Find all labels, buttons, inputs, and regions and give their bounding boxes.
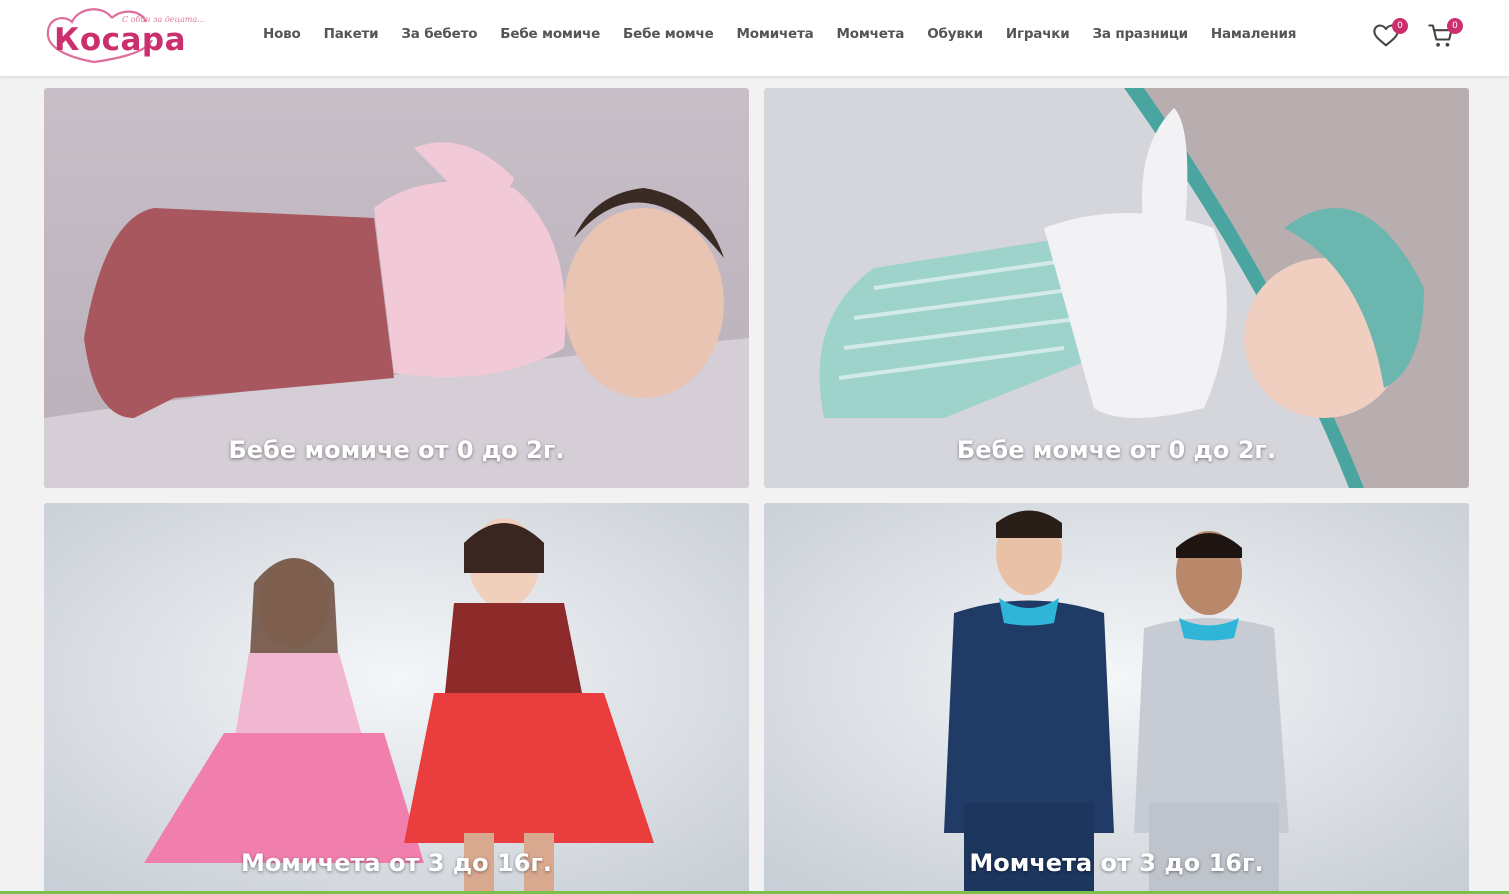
boys-photo: [764, 503, 1469, 894]
wishlist-button[interactable]: 0: [1372, 18, 1408, 52]
nav-item-for-baby[interactable]: За бебето: [401, 26, 477, 42]
baby-girl-photo: [44, 88, 749, 488]
card-caption: Бебе момиче от 0 до 2г.: [228, 436, 565, 464]
girls-photo: [44, 503, 749, 894]
nav-item-girls[interactable]: Момичета: [737, 26, 814, 42]
nav-item-baby-boy[interactable]: Бебе момче: [623, 26, 714, 42]
nav-item-new[interactable]: Ново: [263, 26, 301, 42]
site-header: С обич за децата... Косара Ново Пакети З…: [0, 0, 1509, 76]
baby-boy-photo: [764, 88, 1469, 488]
card-caption: Бебе момче от 0 до 2г.: [956, 436, 1277, 464]
logo-wordmark: Косара: [54, 22, 187, 58]
nav-item-shoes[interactable]: Обувки: [927, 26, 983, 42]
nav-item-sale[interactable]: Намаления: [1211, 26, 1296, 42]
nav-item-boys[interactable]: Момчета: [837, 26, 905, 42]
category-card-baby-girl[interactable]: Бебе момиче от 0 до 2г.: [44, 88, 749, 488]
card-caption: Момичета от 3 до 16г.: [240, 849, 553, 877]
card-caption: Момчета от 3 до 16г.: [969, 849, 1264, 877]
cart-count-badge: 0: [1447, 18, 1463, 34]
main-nav: Ново Пакети За бебето Бебе момиче Бебе м…: [263, 26, 1319, 42]
cart-button[interactable]: 0: [1427, 18, 1463, 52]
nav-item-toys[interactable]: Играчки: [1006, 26, 1070, 42]
nav-item-baby-girl[interactable]: Бебе момиче: [500, 26, 600, 42]
nav-item-packages[interactable]: Пакети: [324, 26, 379, 42]
nav-item-holidays[interactable]: За празници: [1093, 26, 1189, 42]
wishlist-count-badge: 0: [1392, 18, 1408, 34]
category-card-boys[interactable]: Момчета от 3 до 16г.: [764, 503, 1469, 894]
category-card-girls[interactable]: Момичета от 3 до 16г.: [44, 503, 749, 894]
logo[interactable]: С обич за децата... Косара: [42, 6, 205, 66]
category-card-baby-boy[interactable]: Бебе момче от 0 до 2г.: [764, 88, 1469, 488]
